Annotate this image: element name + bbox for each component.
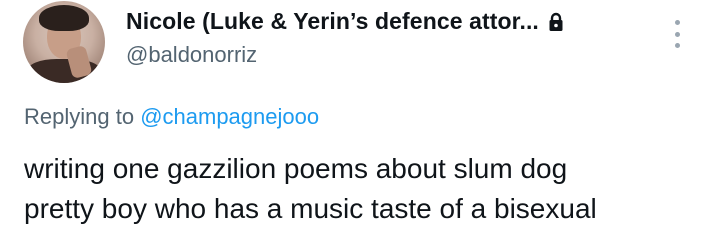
tweet-text: writing one gazzilion poems about slum d… (24, 149, 714, 229)
tweet-text-line: writing one gazzilion poems about slum d… (24, 153, 568, 184)
more-dot (674, 20, 680, 25)
author-display-name[interactable]: Nicole (Luke & Yerin’s defence attor... (126, 8, 539, 35)
lock-icon (548, 12, 564, 32)
more-vertical-icon[interactable] (673, 20, 681, 48)
author-handle[interactable]: @baldonorriz (126, 42, 257, 68)
avatar[interactable] (23, 1, 105, 83)
replying-to-label: Replying to (24, 104, 141, 129)
more-dot (674, 43, 680, 48)
reply-mention-link[interactable]: @champagnejooo (140, 104, 319, 129)
avatar-hair (39, 5, 89, 31)
replying-to: Replying to @champagnejooo (24, 104, 319, 130)
tweet-text-line: pretty boy who has a music taste of a bi… (24, 193, 597, 224)
tweet: Nicole (Luke & Yerin’s defence attor... … (0, 0, 720, 240)
more-dot (674, 31, 680, 37)
author-name-row: Nicole (Luke & Yerin’s defence attor... (126, 8, 564, 35)
